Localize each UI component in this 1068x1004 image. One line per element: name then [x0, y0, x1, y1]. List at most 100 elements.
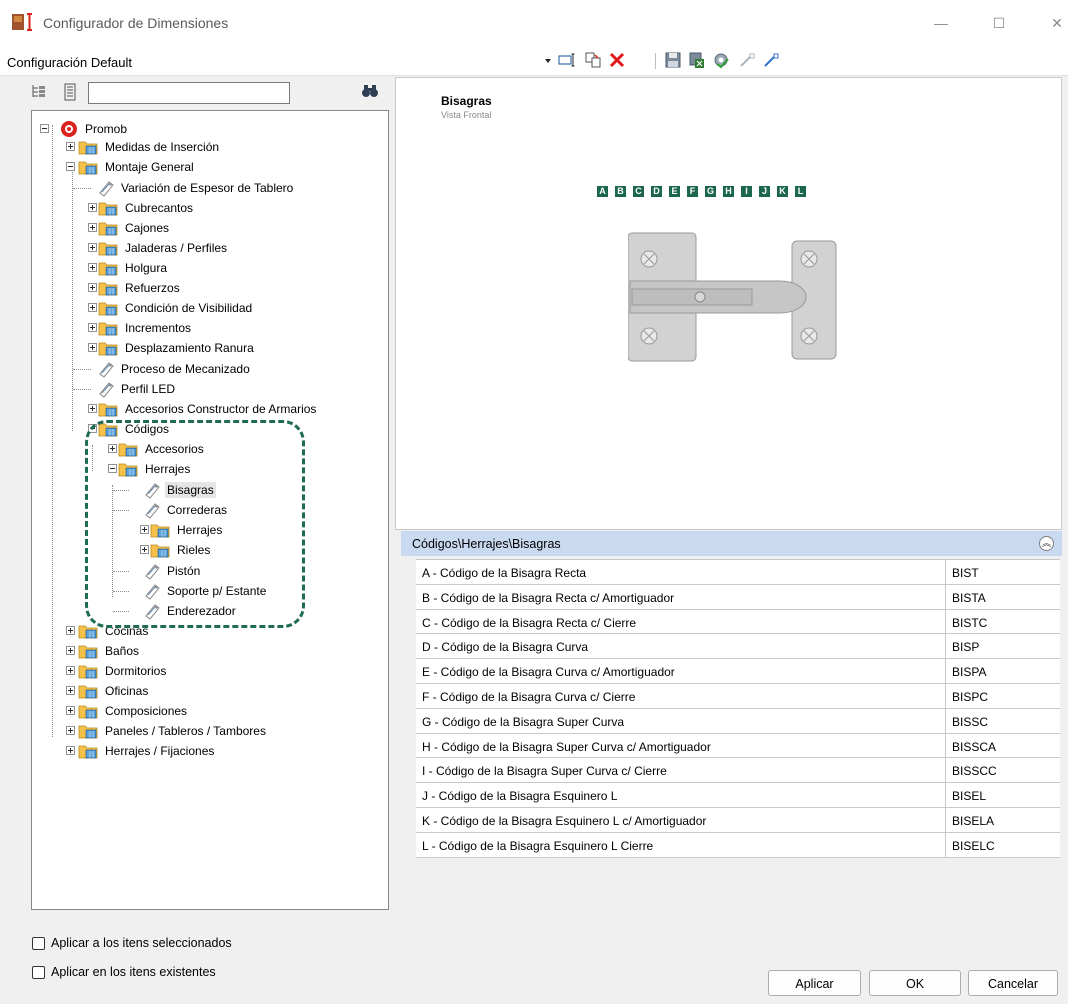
tree-node-composiciones[interactable]: Composiciones — [78, 701, 189, 721]
tree-node-desplazamiento-ranura[interactable]: Desplazamiento Ranura — [98, 338, 256, 358]
export-icon[interactable] — [688, 51, 706, 69]
tree-node-proceso-mecanizado[interactable]: Proceso de Mecanizado — [94, 359, 252, 379]
property-value[interactable]: BIST — [946, 560, 1060, 584]
apply-existing-label: Aplicar en los itens existentes — [51, 965, 216, 979]
expander[interactable] — [88, 243, 97, 252]
maximize-button[interactable]: ☐ — [977, 8, 1021, 38]
letter-marker: C — [633, 186, 644, 197]
expander[interactable] — [66, 726, 75, 735]
tree-node-label: Composiciones — [105, 704, 188, 718]
property-value[interactable]: BISSC — [946, 709, 1060, 733]
collapse-all-icon[interactable] — [31, 83, 47, 101]
apply-existing-checkbox[interactable] — [32, 965, 45, 979]
tree-node-incrementos[interactable]: Incrementos — [98, 318, 193, 338]
apply-selected-checkbox[interactable] — [32, 936, 45, 950]
property-value[interactable]: BISSCC — [946, 758, 1060, 782]
property-name: K - Código de la Bisagra Esquinero L c/ … — [416, 807, 946, 832]
tree-node-label: Baños — [105, 644, 140, 658]
expander[interactable] — [88, 323, 97, 332]
minimize-button[interactable]: — — [919, 8, 963, 38]
expander[interactable] — [66, 666, 75, 675]
property-name: I - Código de la Bisagra Super Curva c/ … — [416, 758, 946, 783]
expander[interactable] — [66, 706, 75, 715]
table-row: J - Código de la Bisagra Esquinero L BIS… — [416, 783, 1060, 808]
save-icon[interactable] — [664, 51, 682, 69]
property-value[interactable]: BISTA — [946, 585, 1060, 609]
apply-existing-checkbox-row[interactable]: Aplicar en los itens existentes — [32, 965, 216, 979]
pipette-icon[interactable] — [738, 51, 756, 69]
property-name: L - Código de la Bisagra Esquinero L Cie… — [416, 832, 946, 857]
gear-icon[interactable] — [712, 51, 730, 69]
table-row: C - Código de la Bisagra Recta c/ Cierre… — [416, 609, 1060, 635]
collapse-up-icon[interactable]: ︽ — [1039, 536, 1054, 551]
property-value[interactable]: BISELC — [946, 833, 1060, 857]
tree-node-herrajes-fijaciones[interactable]: Herrajes / Fijaciones — [78, 741, 216, 761]
tree-node-cubrecantos[interactable]: Cubrecantos — [98, 198, 195, 218]
property-value[interactable]: BISPC — [946, 684, 1060, 708]
property-value[interactable]: BISEL — [946, 783, 1060, 807]
close-button[interactable]: ✕ — [1035, 8, 1068, 38]
property-name: G - Código de la Bisagra Super Curva — [416, 708, 946, 733]
expander[interactable] — [66, 626, 75, 635]
binoculars-icon[interactable] — [361, 83, 379, 99]
tree-node-banos[interactable]: Baños — [78, 641, 141, 661]
folder-icon — [78, 662, 100, 680]
tree-node-paneles[interactable]: Paneles / Tableros / Tambores — [78, 721, 268, 741]
expander[interactable] — [66, 162, 75, 171]
tree-node-perfil-led[interactable]: Perfil LED — [94, 379, 177, 399]
tree-node-holgura[interactable]: Holgura — [98, 258, 169, 278]
property-value[interactable]: BISELA — [946, 808, 1060, 832]
apply-selected-checkbox-row[interactable]: Aplicar a los itens seleccionados — [32, 936, 232, 950]
configuration-select[interactable]: Configuración Default — [7, 55, 132, 70]
expander[interactable] — [88, 263, 97, 272]
expander[interactable] — [88, 223, 97, 232]
expander[interactable] — [88, 303, 97, 312]
letter-marker: D — [651, 186, 662, 197]
dropdown-arrow-icon[interactable] — [545, 59, 551, 63]
property-value[interactable]: BISTC — [946, 610, 1060, 634]
expander[interactable] — [88, 343, 97, 352]
expander[interactable] — [88, 283, 97, 292]
root-expander[interactable] — [40, 124, 49, 133]
property-name: F - Código de la Bisagra Curva c/ Cierre — [416, 683, 946, 708]
folder-icon — [78, 722, 100, 740]
property-name: D - Código de la Bisagra Curva — [416, 634, 946, 659]
expander[interactable] — [88, 404, 97, 413]
pipette-add-icon[interactable] — [762, 51, 780, 69]
tree-node-accesorios-constructor[interactable]: Accesorios Constructor de Armarios — [98, 399, 318, 419]
apply-selected-label: Aplicar a los itens seleccionados — [51, 936, 232, 950]
tree-node-refuerzos[interactable]: Refuerzos — [98, 278, 182, 298]
letter-marker: E — [669, 186, 680, 197]
property-value[interactable]: BISP — [946, 634, 1060, 658]
expander[interactable] — [66, 746, 75, 755]
tree-search-input[interactable] — [88, 82, 290, 104]
tree-node-oficinas[interactable]: Oficinas — [78, 681, 150, 701]
tree-node-promob[interactable]: Promob — [58, 119, 129, 139]
expander[interactable] — [88, 203, 97, 212]
tree-node-variacion-espesor[interactable]: Variación de Espesor de Tablero — [94, 178, 295, 198]
window-title: Configurador de Dimensiones — [43, 15, 229, 31]
tree-node-condicion-visibilidad[interactable]: Condición de Visibilidad — [98, 298, 254, 318]
tree-node-montaje-general[interactable]: Montaje General — [78, 157, 196, 177]
folder-icon — [98, 219, 120, 237]
apply-button[interactable]: Aplicar — [768, 970, 861, 996]
cancel-button[interactable]: Cancelar — [968, 970, 1058, 996]
tree-node-label: Cubrecantos — [125, 201, 194, 215]
expander[interactable] — [66, 686, 75, 695]
tree-node-jaladeras[interactable]: Jaladeras / Perfiles — [98, 238, 229, 258]
tree-node-cajones[interactable]: Cajones — [98, 218, 171, 238]
delete-icon[interactable] — [608, 51, 626, 69]
property-value[interactable]: BISSCA — [946, 734, 1060, 758]
expand-all-icon[interactable] — [62, 83, 78, 101]
rename-icon[interactable] — [558, 51, 576, 69]
copy-icon[interactable] — [584, 51, 602, 69]
expander[interactable] — [66, 142, 75, 151]
tree-node-medidas-de-insercion[interactable]: Medidas de Inserción — [78, 137, 221, 157]
title-bar: Configurador de Dimensiones — ☐ ✕ — [0, 0, 1068, 46]
expander[interactable] — [66, 646, 75, 655]
ok-button[interactable]: OK — [869, 970, 961, 996]
tree-node-label: Variación de Espesor de Tablero — [121, 181, 294, 195]
folder-icon — [98, 259, 120, 277]
property-value[interactable]: BISPA — [946, 659, 1060, 683]
tree-node-dormitorios[interactable]: Dormitorios — [78, 661, 168, 681]
